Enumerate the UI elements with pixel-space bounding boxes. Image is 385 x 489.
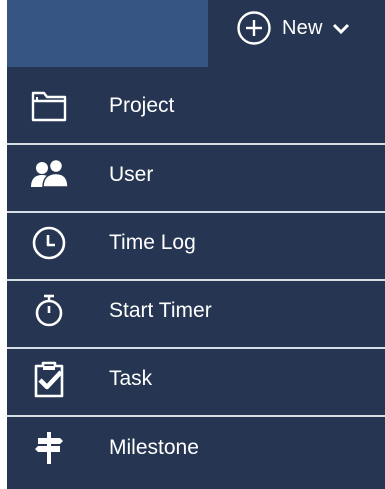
menu-item-label: Time Log [109,231,196,254]
new-button[interactable]: New [236,8,376,48]
menu-item-label: Start Timer [109,299,212,322]
folder-icon [29,86,69,126]
menu-item-label: User [109,163,154,186]
menu-item-task[interactable]: Task [7,343,385,417]
menu-item-label: Project [109,93,175,117]
plus-circle-icon [237,11,271,45]
clock-icon [29,223,69,263]
clipboard-check-icon [29,359,69,399]
menu-item-label: Task [109,367,153,390]
chevron-down-icon [332,23,349,35]
menu-item-user[interactable]: User [7,139,385,213]
new-menu-dropdown: New Project User Time Log Start Timer Ta… [0,0,385,489]
signpost-icon [29,428,69,468]
users-icon [29,155,69,195]
new-button-label: New [282,16,323,39]
stopwatch-icon [29,291,69,331]
top-bar-search-area[interactable] [7,0,208,67]
menu-item-start-timer[interactable]: Start Timer [7,275,385,349]
menu-item-time-log[interactable]: Time Log [7,207,385,281]
menu-item-project[interactable]: Project [7,68,385,145]
new-item-menu: Project User Time Log Start Timer Task M… [7,68,385,489]
menu-item-milestone[interactable]: Milestone [7,411,385,485]
menu-item-label: Milestone [109,436,199,459]
